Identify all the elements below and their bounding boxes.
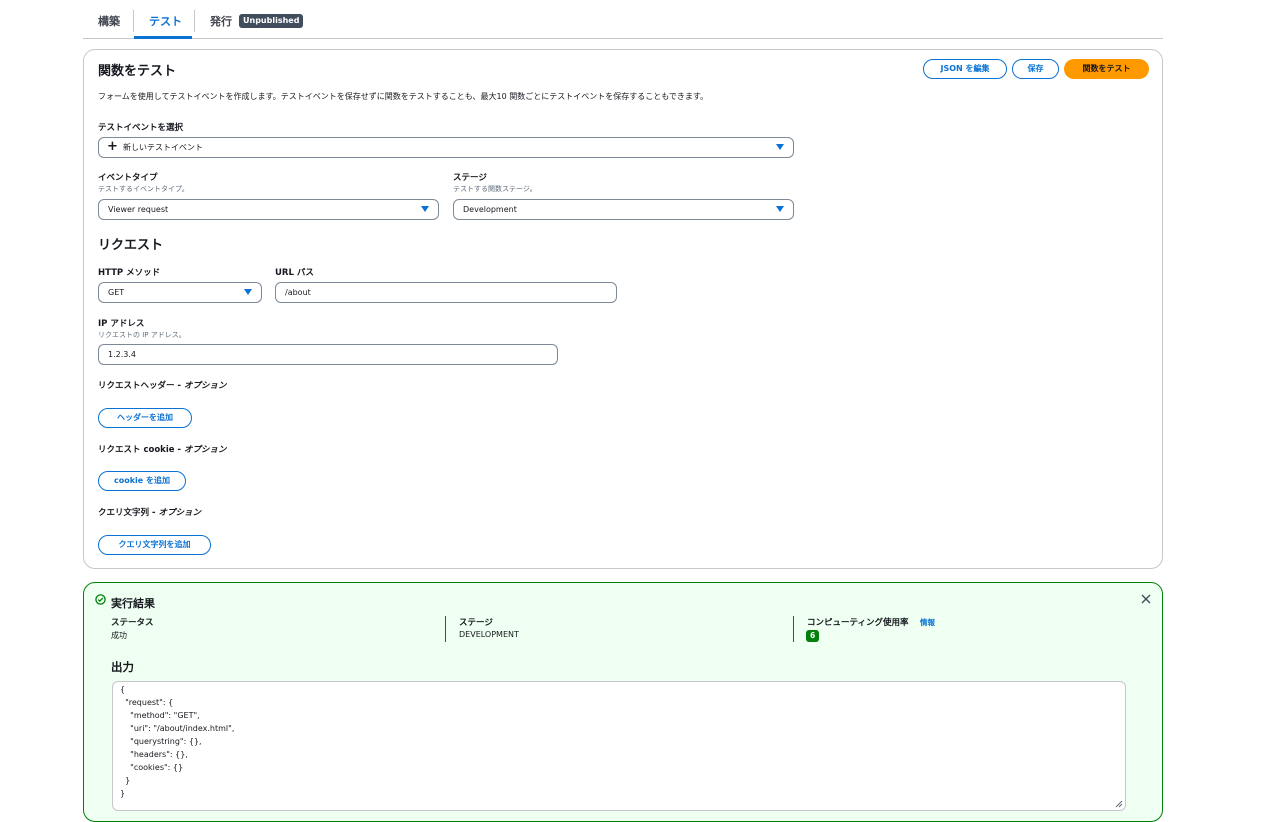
add-cookie-button[interactable]: cookie を追加 — [98, 471, 186, 491]
plus-icon: + — [107, 139, 118, 154]
result-title: 実行結果 — [111, 597, 155, 610]
panel-description: フォームを使用してテストイベントを作成します。テストイベントを保存せずに関数をテ… — [98, 92, 709, 101]
url-path-input[interactable]: /about — [275, 282, 617, 303]
ip-address-sublabel: リクエストの IP アドレス。 — [98, 331, 186, 339]
http-method-label: HTTP メソッド — [98, 268, 161, 278]
tab-publish[interactable]: 発行 — [210, 13, 232, 29]
output-line: { — [120, 685, 126, 694]
output-heading: 出力 — [111, 660, 134, 674]
test-event-value: 新しいテストイベント — [123, 143, 203, 152]
save-button[interactable]: 保存 — [1012, 59, 1059, 79]
check-circle-icon — [95, 594, 106, 605]
test-function-button[interactable]: 関数をテスト — [1064, 59, 1149, 79]
compute-utilization-value: 6 — [806, 630, 820, 642]
url-path-label: URL パス — [275, 268, 314, 278]
tab-bar: 構築 テスト 発行 Unpublished — [83, 0, 1163, 39]
caret-down-icon — [244, 289, 252, 295]
event-type-value: Viewer request — [108, 205, 169, 214]
tab-build[interactable]: 構築 — [98, 13, 120, 29]
http-method-value: GET — [108, 288, 125, 297]
output-line: "headers": {}, — [120, 750, 188, 759]
status-value: 成功 — [111, 631, 127, 640]
test-event-select[interactable]: + 新しいテストイベント — [98, 137, 794, 158]
column-divider — [793, 616, 794, 642]
request-cookies-label: リクエスト cookie - オプション — [98, 445, 227, 455]
output-line: "method": "GET", — [120, 711, 200, 720]
stage-value: Development — [463, 205, 517, 214]
query-string-label: クエリ文字列 - オプション — [98, 508, 201, 518]
output-line: "querystring": {}, — [120, 737, 202, 746]
active-tab-indicator — [134, 36, 192, 39]
stage-select[interactable]: Development — [453, 199, 794, 220]
result-stage-label: ステージ — [459, 618, 493, 628]
tab-test[interactable]: テスト — [149, 13, 182, 29]
unpublished-badge: Unpublished — [239, 14, 304, 28]
edit-json-button[interactable]: JSON を編集 — [923, 59, 1007, 79]
execution-result-panel: 実行結果 ステータス 成功 ステージ DEVELOPMENT コンピューティング… — [83, 582, 1163, 822]
event-type-label: イベントタイプ — [98, 173, 158, 183]
tab-divider — [194, 10, 195, 32]
ip-address-input[interactable]: 1.2.3.4 — [98, 344, 558, 365]
output-line: "cookies": {} — [120, 763, 184, 772]
add-query-string-button[interactable]: クエリ文字列を追加 — [98, 535, 211, 555]
test-function-panel: 関数をテスト JSON を編集 保存 関数をテスト フォームを使用してテストイベ… — [83, 49, 1163, 569]
event-type-select[interactable]: Viewer request — [98, 199, 439, 220]
output-line: "request": { — [120, 698, 174, 707]
output-textarea[interactable]: { "request": { "method": "GET", "uri": "… — [112, 681, 1126, 811]
output-line: } — [120, 789, 126, 798]
add-header-button[interactable]: ヘッダーを追加 — [98, 408, 192, 428]
caret-down-icon — [776, 144, 784, 150]
status-label: ステータス — [111, 618, 154, 628]
request-headers-label: リクエストヘッダー - オプション — [98, 381, 227, 391]
ip-address-label: IP アドレス — [98, 319, 145, 329]
stage-label: ステージ — [453, 173, 487, 183]
output-line: } — [120, 776, 131, 785]
http-method-select[interactable]: GET — [98, 282, 262, 303]
request-heading: リクエスト — [98, 238, 164, 253]
info-link[interactable]: 情報 — [920, 617, 935, 628]
compute-utilization-label: コンピューティング使用率 — [807, 618, 909, 628]
result-stage-value: DEVELOPMENT — [459, 630, 519, 639]
output-line: "uri": "/about/index.html", — [120, 724, 235, 733]
caret-down-icon — [776, 206, 784, 212]
select-event-label: テストイベントを選択 — [98, 123, 184, 133]
panel-title: 関数をテスト — [98, 64, 177, 79]
column-divider — [445, 616, 446, 642]
tab-divider — [133, 10, 134, 32]
caret-down-icon — [421, 206, 429, 212]
stage-sublabel: テストする関数ステージ。 — [453, 185, 537, 193]
event-type-sublabel: テストするイベントタイプ。 — [98, 185, 189, 193]
close-icon[interactable] — [1141, 594, 1151, 604]
